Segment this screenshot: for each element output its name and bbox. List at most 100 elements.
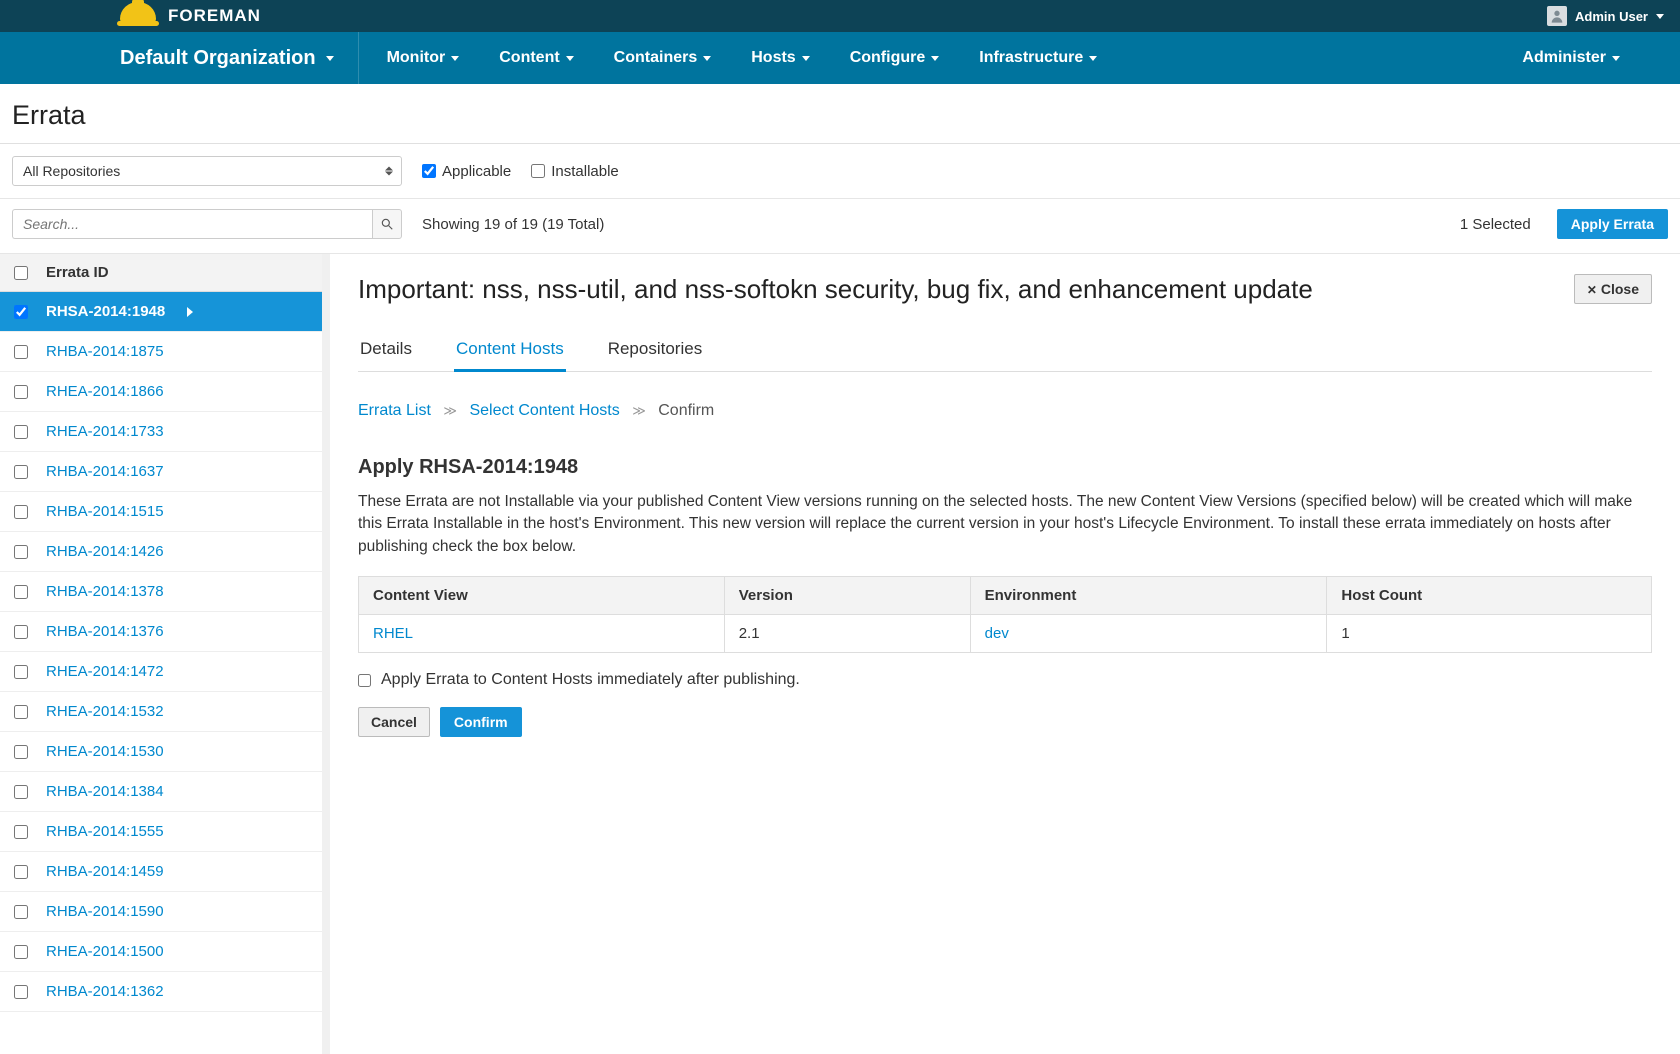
errata-item[interactable]: RHBA-2014:1875 [0,332,322,372]
content-view-table: Content View Version Environment Host Co… [358,576,1652,653]
nav-label: Configure [850,49,926,67]
detail-header: Important: nss, nss-util, and nss-softok… [358,274,1652,305]
errata-checkbox[interactable] [14,585,28,599]
errata-item[interactable]: RHEA-2014:1472 [0,652,322,692]
errata-checkbox[interactable] [14,625,28,639]
errata-item[interactable]: RHBA-2014:1426 [0,532,322,572]
close-button[interactable]: ✕Close [1574,274,1652,304]
errata-id: RHSA-2014:1948 [46,303,165,320]
applicable-checkbox[interactable]: Applicable [422,163,511,180]
org-switcher[interactable]: Default Organization [120,32,359,84]
caret-down-icon [802,56,810,61]
cell-content-view[interactable]: RHEL [373,625,413,642]
errata-item[interactable]: RHBA-2014:1362 [0,972,322,1012]
errata-item[interactable]: RHBA-2014:1515 [0,492,322,532]
errata-checkbox[interactable] [14,985,28,999]
confirm-button[interactable]: Confirm [440,707,522,737]
detail-tabs: Details Content Hosts Repositories [358,327,1652,372]
action-buttons: Cancel Confirm [358,707,1652,737]
errata-checkbox[interactable] [14,945,28,959]
errata-sidebar: Errata ID RHSA-2014:1948 RHBA-2014:1875 RH… [0,254,330,1054]
crumb-sep: ≫ [632,403,646,418]
cancel-button[interactable]: Cancel [358,707,430,737]
nav-containers[interactable]: Containers [594,32,732,84]
nav-configure[interactable]: Configure [830,32,960,84]
errata-item[interactable]: RHBA-2014:1378 [0,572,322,612]
search-input[interactable] [12,209,372,239]
errata-item[interactable]: RHEA-2014:1532 [0,692,322,732]
errata-checkbox[interactable] [14,905,28,919]
select-all-checkbox[interactable] [14,266,28,280]
errata-item[interactable]: RHSA-2014:1948 [0,292,322,332]
errata-item[interactable]: RHBA-2014:1384 [0,772,322,812]
errata-id: RHBA-2014:1515 [46,503,164,520]
errata-checkbox[interactable] [14,545,28,559]
errata-checkbox[interactable] [14,705,28,719]
apply-immediate-checkbox[interactable]: Apply Errata to Content Hosts immediatel… [358,671,1652,689]
caret-down-icon [451,56,459,61]
tab-repositories[interactable]: Repositories [606,327,705,371]
search-icon [380,217,394,231]
apply-immediate-input[interactable] [358,674,371,687]
errata-checkbox[interactable] [14,785,28,799]
errata-item[interactable]: RHBA-2014:1555 [0,812,322,852]
crumb-errata-list[interactable]: Errata List [358,402,431,419]
nav-monitor[interactable]: Monitor [367,32,480,84]
repository-select[interactable]: All Repositories [12,156,402,186]
errata-list-header: Errata ID [0,254,322,292]
filters-row: All Repositories Applicable Installable [0,144,1680,199]
nav-content[interactable]: Content [479,32,593,84]
tab-details[interactable]: Details [358,327,414,371]
detail-title: Important: nss, nss-util, and nss-softok… [358,274,1574,305]
crumb-select-hosts[interactable]: Select Content Hosts [469,402,619,419]
nav-label: Administer [1522,49,1606,67]
nav-label: Infrastructure [979,49,1083,67]
errata-checkbox[interactable] [14,825,28,839]
col-environment: Environment [970,577,1327,615]
installable-input[interactable] [531,164,545,178]
errata-checkbox[interactable] [14,425,28,439]
errata-item[interactable]: RHBA-2014:1637 [0,452,322,492]
errata-checkbox[interactable] [14,305,28,319]
errata-item[interactable]: RHBA-2014:1590 [0,892,322,932]
errata-id: RHBA-2014:1378 [46,583,164,600]
detail-panel: Important: nss, nss-util, and nss-softok… [330,254,1680,1054]
errata-item[interactable]: RHEA-2014:1500 [0,932,322,972]
errata-checkbox[interactable] [14,345,28,359]
errata-checkbox[interactable] [14,385,28,399]
caret-down-icon [1089,56,1097,61]
user-menu[interactable]: Admin User [1547,6,1664,26]
crumb-sep: ≫ [443,403,457,418]
logo[interactable]: FOREMAN [120,2,261,30]
errata-item[interactable]: RHEA-2014:1530 [0,732,322,772]
errata-checkbox[interactable] [14,505,28,519]
col-version: Version [724,577,970,615]
search-button[interactable] [372,209,402,239]
errata-item[interactable]: RHEA-2014:1733 [0,412,322,452]
applicable-input[interactable] [422,164,436,178]
apply-heading: Apply RHSA-2014:1948 [358,456,1652,479]
nav-administer[interactable]: Administer [1502,32,1680,84]
errata-item[interactable]: RHBA-2014:1376 [0,612,322,652]
nav-label: Monitor [387,49,446,67]
apply-explanation: These Errata are not Installable via you… [358,491,1652,558]
errata-checkbox[interactable] [14,745,28,759]
topbar: FOREMAN Admin User [0,0,1680,32]
cell-environment[interactable]: dev [985,625,1009,642]
errata-checkbox[interactable] [14,665,28,679]
errata-checkbox[interactable] [14,465,28,479]
errata-id: RHBA-2014:1426 [46,543,164,560]
page-header: Errata [0,84,1680,144]
errata-checkbox[interactable] [14,865,28,879]
nav-hosts[interactable]: Hosts [731,32,829,84]
tab-content-hosts[interactable]: Content Hosts [454,327,566,371]
installable-checkbox[interactable]: Installable [531,163,619,180]
hardhat-icon [120,2,156,30]
errata-item[interactable]: RHEA-2014:1866 [0,372,322,412]
apply-errata-button[interactable]: Apply Errata [1557,209,1668,239]
nav-infrastructure[interactable]: Infrastructure [959,32,1117,84]
errata-id: RHBA-2014:1875 [46,343,164,360]
errata-id: RHEA-2014:1500 [46,943,164,960]
errata-item[interactable]: RHBA-2014:1459 [0,852,322,892]
nav-label: Containers [614,49,698,67]
